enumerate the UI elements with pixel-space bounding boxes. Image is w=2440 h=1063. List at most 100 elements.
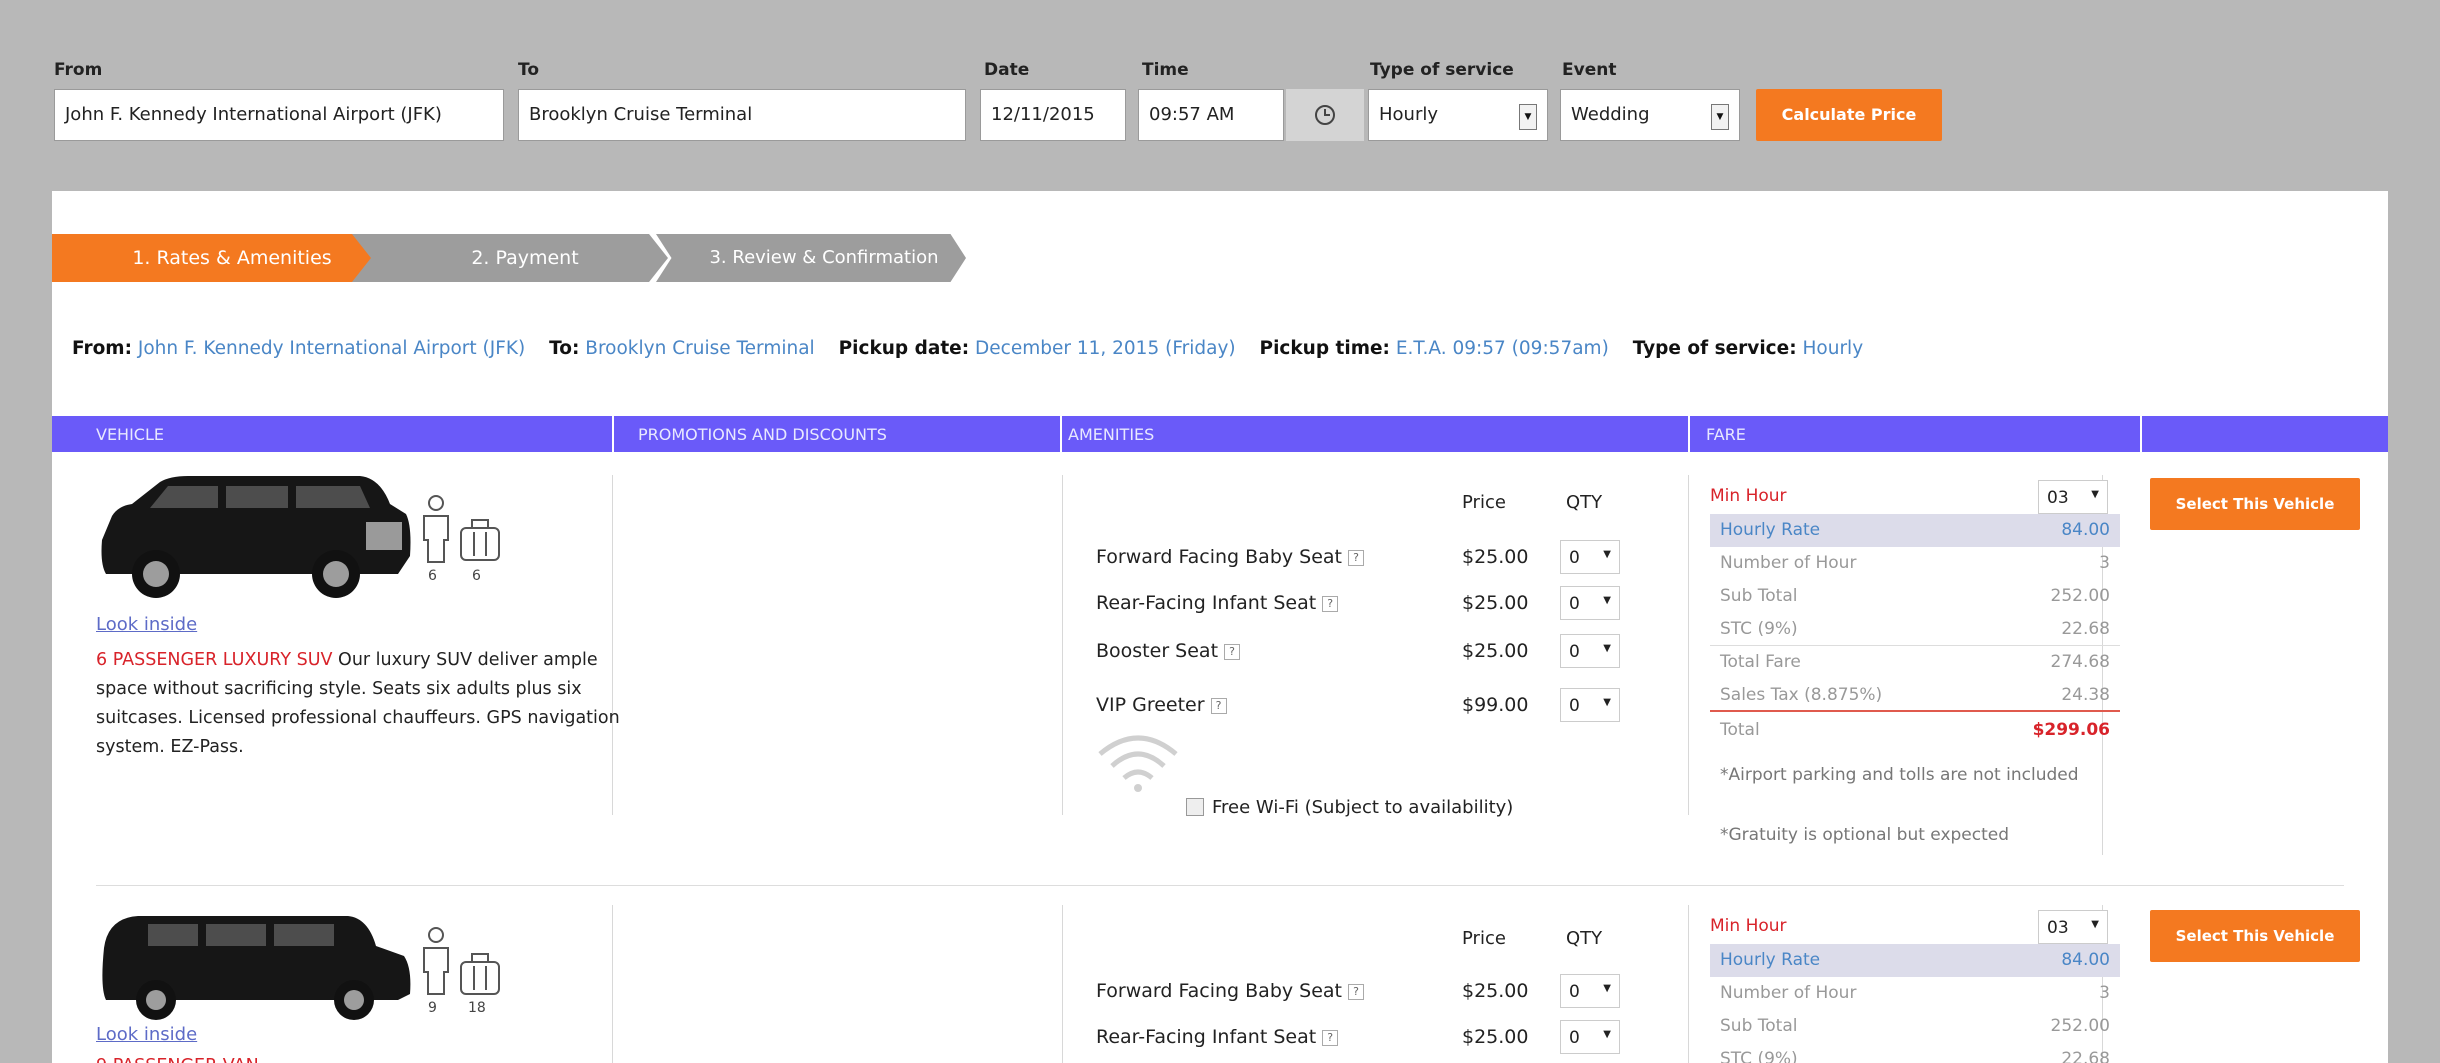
summary-pickup-date-value: December 11, 2015 (Friday)	[975, 338, 1236, 359]
fare-row: Number of Hour 3	[1710, 547, 2120, 580]
wifi-icon	[1098, 735, 1178, 792]
luxury-suv-image	[101, 476, 411, 598]
from-label: From	[54, 60, 103, 80]
to-input[interactable]: Brooklyn Cruise Terminal	[518, 89, 966, 141]
amenity-qty-select[interactable]: 0 ▼	[1560, 974, 1620, 1008]
fare-value: 22.68	[2061, 619, 2110, 639]
price-header: Price	[1462, 492, 1506, 513]
amenity-row: Forward Facing Baby Seat?	[1096, 980, 1365, 1002]
summary-from-value: John F. Kennedy International Airport (J…	[137, 338, 526, 359]
header-amenities: AMENITIES	[1068, 425, 1155, 444]
qty-value: 0	[1569, 1028, 1580, 1048]
date-input[interactable]: 12/11/2015	[980, 89, 1126, 141]
min-hour-label: Min Hour	[1710, 486, 1787, 506]
select-vehicle-button[interactable]: Select This Vehicle	[2150, 910, 2360, 962]
chevron-down-icon: ▼	[1711, 104, 1729, 130]
chevron-down-icon: ▼	[2091, 489, 2099, 500]
help-icon[interactable]: ?	[1210, 697, 1227, 714]
service-select[interactable]: Hourly ▼	[1368, 89, 1548, 141]
summary-to-label: To:	[549, 338, 580, 359]
fare-total-value: $299.06	[2032, 720, 2110, 740]
amenity-price: $25.00	[1462, 980, 1529, 1002]
look-inside-link[interactable]: Look inside	[96, 1024, 197, 1045]
amenity-qty-select[interactable]: 0 ▼	[1560, 634, 1620, 668]
fare-label: Sub Total	[1720, 1016, 1798, 1036]
fare-label: STC (9%)	[1720, 619, 1798, 639]
summary-pickup-date-label: Pickup date:	[838, 338, 970, 359]
help-icon[interactable]: ?	[1348, 983, 1365, 1000]
chevron-down-icon: ▼	[1603, 595, 1611, 606]
fare-total-row: Total $299.06	[1710, 714, 2120, 747]
help-icon[interactable]: ?	[1322, 595, 1339, 612]
step-review-confirmation[interactable]: 3. Review & Confirmation	[656, 234, 966, 282]
chevron-down-icon: ▼	[1519, 104, 1537, 130]
qty-header: QTY	[1566, 492, 1603, 513]
calculate-price-button[interactable]: Calculate Price	[1756, 89, 1942, 141]
header-vehicle: VEHICLE	[96, 425, 164, 444]
event-select-value: Wedding	[1571, 104, 1650, 125]
amenity-qty-select[interactable]: 0 ▼	[1560, 586, 1620, 620]
amenity-row: Forward Facing Baby Seat?	[1096, 546, 1365, 568]
fare-label: Number of Hour	[1720, 553, 1857, 573]
fare-row: Hourly Rate 84.00	[1710, 944, 2120, 977]
min-hour-label: Min Hour	[1710, 916, 1787, 936]
vehicle-title: 9 PASSENGER VAN	[96, 1052, 626, 1063]
event-label: Event	[1562, 60, 1617, 80]
min-hour-select[interactable]: 03 ▼	[2038, 910, 2108, 944]
vehicle-title: 6 PASSENGER LUXURY SUV	[96, 650, 333, 670]
fare-value: 24.38	[2061, 685, 2110, 705]
fare-value: 252.00	[2050, 1016, 2110, 1036]
qty-value: 0	[1569, 982, 1580, 1002]
help-icon[interactable]: ?	[1224, 643, 1241, 660]
passenger-van-image	[102, 916, 411, 1020]
chevron-down-icon: ▼	[1603, 697, 1611, 708]
amenity-name: VIP Greeter	[1096, 694, 1205, 716]
step-payment[interactable]: 2. Payment	[352, 234, 668, 282]
help-icon[interactable]: ?	[1348, 549, 1365, 566]
help-icon[interactable]: ?	[1322, 1029, 1339, 1046]
luggage-icon	[460, 519, 500, 561]
clock-button[interactable]	[1286, 89, 1364, 141]
qty-value: 0	[1569, 696, 1580, 716]
time-input[interactable]: 09:57 AM	[1138, 89, 1284, 141]
amenity-price: $25.00	[1462, 546, 1529, 568]
look-inside-link[interactable]: Look inside	[96, 614, 197, 635]
amenity-name: Forward Facing Baby Seat	[1096, 546, 1343, 568]
date-label: Date	[984, 60, 1030, 80]
header-promotions: PROMOTIONS AND DISCOUNTS	[638, 425, 887, 444]
chevron-down-icon: ▼	[1603, 983, 1611, 994]
table-header: VEHICLE PROMOTIONS AND DISCOUNTS AMENITI…	[52, 416, 2388, 452]
passenger-count: 6	[428, 568, 437, 584]
amenity-name: Rear-Facing Infant Seat	[1096, 1026, 1317, 1048]
fare-value: 3	[2099, 553, 2110, 573]
amenity-qty-select[interactable]: 0 ▼	[1560, 688, 1620, 722]
summary-service-label: Type of service:	[1632, 338, 1797, 359]
fare-row: Sub Total 252.00	[1710, 580, 2120, 613]
from-input[interactable]: John F. Kennedy International Airport (J…	[54, 89, 504, 141]
select-vehicle-button[interactable]: Select This Vehicle	[2150, 478, 2360, 530]
chevron-down-icon: ▼	[2091, 919, 2099, 930]
summary-pickup-time-label: Pickup time:	[1259, 338, 1390, 359]
vehicle-description: 6 PASSENGER LUXURY SUV Our luxury SUV de…	[96, 646, 626, 762]
fare-value: 22.68	[2061, 1049, 2110, 1063]
event-select[interactable]: Wedding ▼	[1560, 89, 1740, 141]
chevron-down-icon: ▼	[1603, 549, 1611, 560]
fare-row: Hourly Rate 84.00	[1710, 514, 2120, 547]
fare-value: 3	[2099, 983, 2110, 1003]
time-label: Time	[1142, 60, 1189, 80]
min-hour-value: 03	[2047, 488, 2069, 508]
fare-row: STC (9%) 22.68	[1710, 613, 2120, 646]
row-divider	[96, 885, 2344, 886]
luggage-icon	[460, 953, 500, 995]
amenity-qty-select[interactable]: 0 ▼	[1560, 540, 1620, 574]
fare-value: 84.00	[2061, 950, 2110, 970]
min-hour-select[interactable]: 03 ▼	[2038, 480, 2108, 514]
fare-panel: Min Hour 03 ▼ Hourly Rate 84.00 Number of …	[1710, 480, 2120, 850]
passenger-icon	[423, 927, 449, 995]
wifi-checkbox[interactable]	[1186, 798, 1204, 816]
amenity-qty-select[interactable]: 0 ▼	[1560, 1020, 1620, 1054]
luggage-count: 18	[468, 1000, 486, 1016]
fare-label: Sub Total	[1720, 586, 1798, 606]
service-select-value: Hourly	[1379, 104, 1439, 125]
chevron-down-icon: ▼	[1603, 1029, 1611, 1040]
